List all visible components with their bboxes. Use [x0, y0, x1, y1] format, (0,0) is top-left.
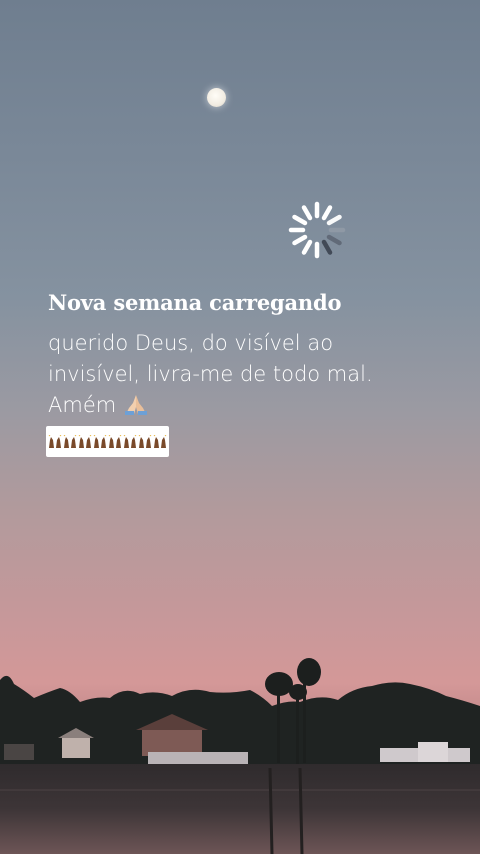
pray-icon: [124, 395, 147, 415]
raised-hands-icon: [93, 434, 107, 448]
story-title: Nova semana carregando: [48, 290, 342, 315]
story-text: querido Deus, do visível ao invisível, l…: [48, 328, 378, 421]
raised-hands-icon: [78, 434, 92, 448]
raised-hands-icon: [48, 434, 62, 448]
treeline-silhouette: [0, 658, 480, 854]
story-text-content: querido Deus, do visível ao invisível, l…: [48, 331, 373, 417]
raised-hands-icon: [123, 434, 137, 448]
raised-hands-icon: [63, 434, 77, 448]
raised-hands-icon: [138, 434, 152, 448]
emoji-sticker: [46, 426, 169, 457]
story-background: Nova semana carregando querido Deus, do …: [0, 0, 480, 854]
raised-hands-icon: [153, 434, 167, 448]
moon-icon: [207, 88, 226, 107]
loading-spinner-icon: [288, 201, 346, 259]
raised-hands-icon: [108, 434, 122, 448]
